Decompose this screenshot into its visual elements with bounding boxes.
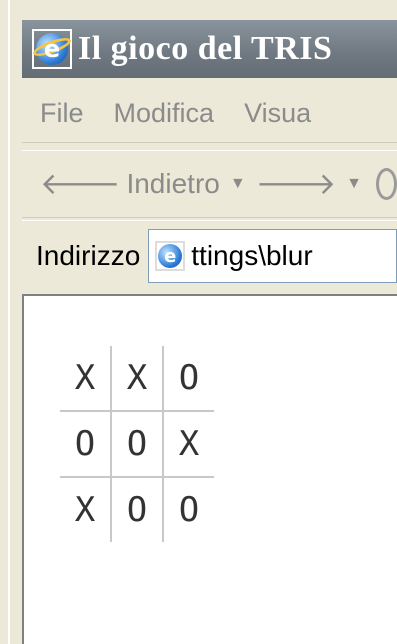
forward-dropdown-icon[interactable]: ▼ bbox=[346, 175, 362, 193]
ie-page-icon[interactable]: e bbox=[31, 29, 73, 69]
board-cell[interactable]: O bbox=[164, 346, 214, 412]
tris-board: X X O O O X X O O bbox=[60, 346, 214, 542]
board-cell[interactable]: X bbox=[60, 478, 112, 542]
menu-file[interactable]: File bbox=[40, 98, 84, 129]
board-cell[interactable]: X bbox=[164, 412, 214, 478]
address-bar: Indirizzo e ttings\blur bbox=[22, 220, 397, 291]
board-cell[interactable]: O bbox=[60, 412, 112, 478]
back-label: Indietro bbox=[126, 168, 220, 199]
menu-visualizza[interactable]: Visua bbox=[244, 98, 311, 129]
board-cell[interactable]: O bbox=[112, 478, 164, 542]
board-row: O O X bbox=[60, 412, 214, 478]
ie-page-icon: e bbox=[155, 241, 186, 271]
menu-modifica[interactable]: Modifica bbox=[114, 98, 215, 129]
address-label: Indirizzo bbox=[36, 240, 141, 271]
back-button[interactable]: 🡐 Indietro bbox=[40, 166, 220, 202]
board-cell[interactable]: O bbox=[164, 478, 214, 542]
browser-window: e Il gioco del TRIS File Modifica Visua … bbox=[0, 0, 397, 644]
forward-arrow-icon[interactable]: 🡒 bbox=[256, 166, 336, 202]
board-cell[interactable]: O bbox=[112, 412, 164, 478]
board-cell[interactable]: X bbox=[60, 346, 112, 412]
page-content: X X O O O X X O O bbox=[22, 294, 397, 644]
back-arrow-icon: 🡐 bbox=[40, 168, 121, 201]
back-dropdown-icon[interactable]: ▼ bbox=[230, 175, 246, 193]
title-bar[interactable]: e Il gioco del TRIS bbox=[22, 20, 397, 78]
board-row: X X O bbox=[60, 346, 214, 412]
board-row: X O O bbox=[60, 478, 214, 542]
toolbar: 🡐 Indietro ▼ 🡒 ▼ bbox=[22, 150, 397, 218]
address-value: ttings\blur bbox=[191, 240, 313, 271]
window-title: Il gioco del TRIS bbox=[78, 30, 333, 67]
board-cell[interactable]: X bbox=[112, 346, 164, 412]
stop-icon[interactable] bbox=[376, 168, 397, 200]
menu-bar: File Modifica Visua bbox=[22, 84, 397, 143]
address-input[interactable]: e ttings\blur bbox=[148, 229, 397, 283]
